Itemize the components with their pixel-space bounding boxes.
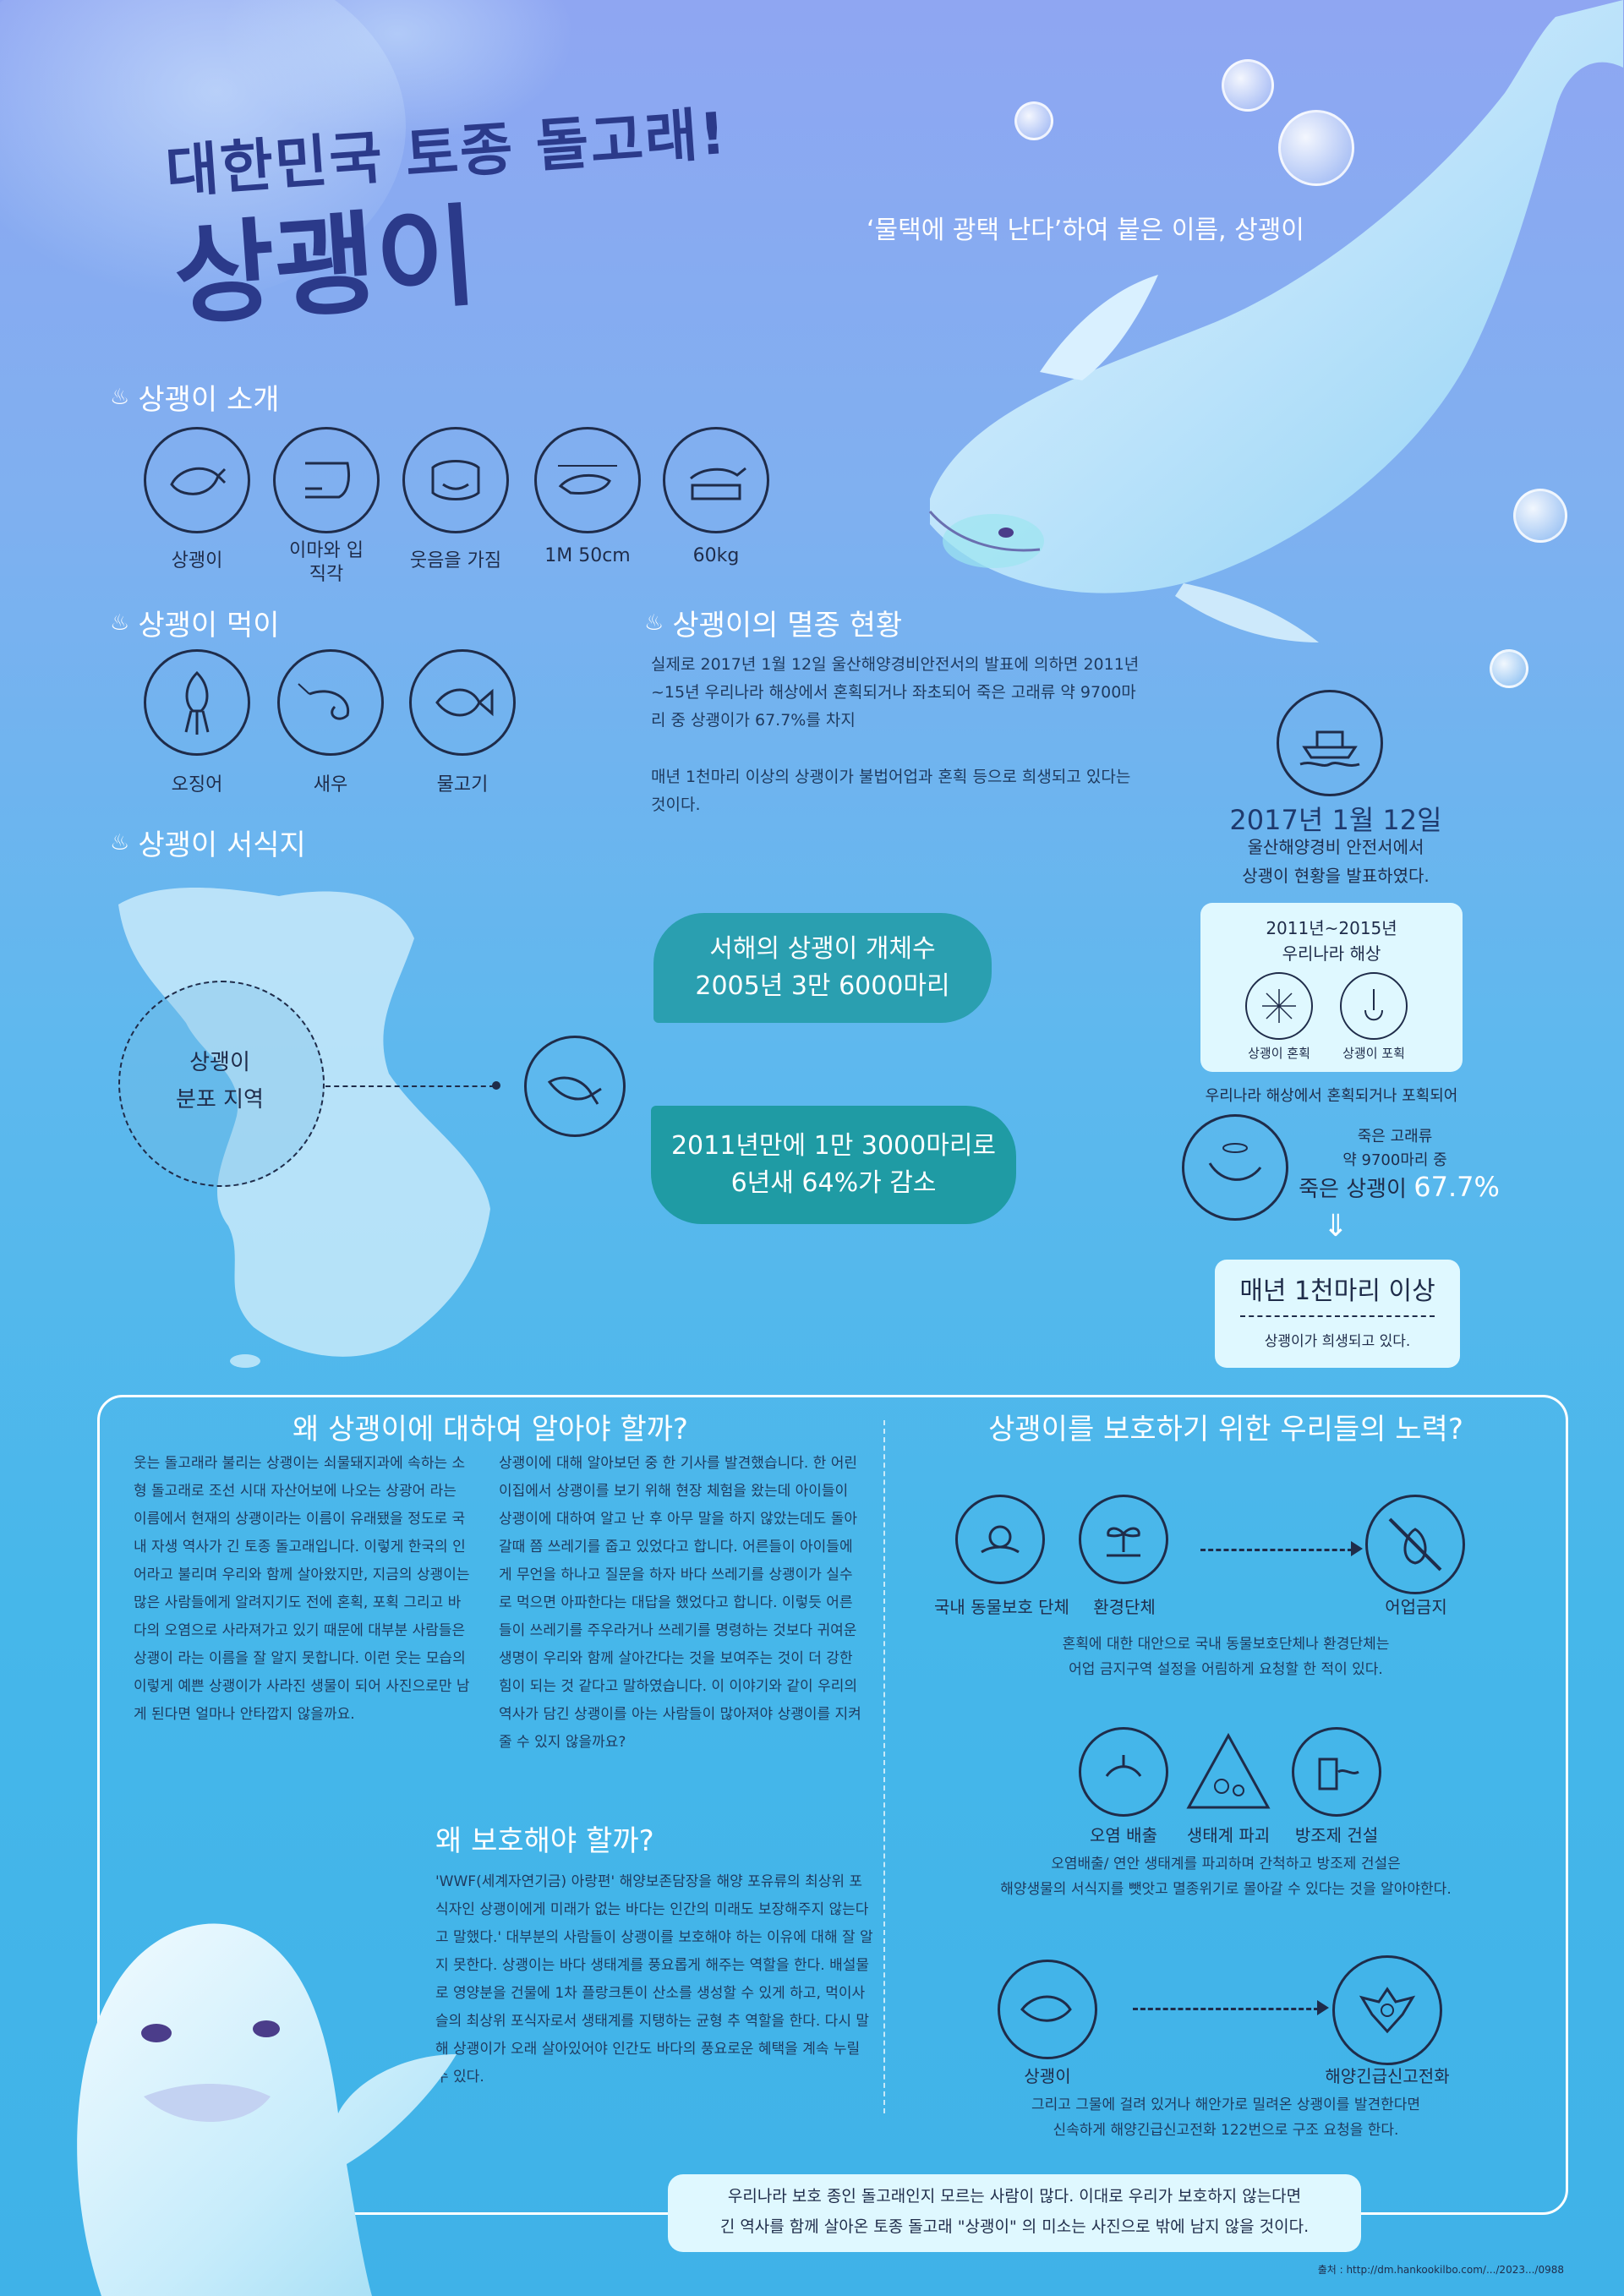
down-arrow-icon: ⇓ [1322, 1209, 1349, 1244]
intro-heading: ♨ 상괭이 소개 [110, 383, 280, 417]
capture-label: 상괭이 포획 [1342, 1046, 1405, 1061]
bubble-decoration [1490, 649, 1528, 688]
no-fishing-icon [1365, 1495, 1465, 1594]
population-2005-bubble: 서해의 상괭이 개체수 2005년 3만 6000마리 [653, 913, 992, 1023]
shell-icon: ♨ [110, 384, 130, 410]
annual-subtitle: 상괭이가 희생되고 있다. [1264, 1333, 1411, 1350]
forehead-icon [273, 427, 380, 533]
porpoise-icon [524, 1036, 626, 1137]
smile-icon [402, 427, 509, 533]
bubble-decoration [1278, 110, 1354, 186]
scale-icon [663, 427, 769, 533]
why-column-2: 상괭이에 대해 알아보던 중 한 기사를 발견했습니다. 한 어린이집에서 상괭… [499, 1455, 861, 1751]
status-paragraph: 실제로 2017년 1월 12일 울산해양경비안전서의 발표에 의하면 2011… [651, 655, 1140, 730]
effort-text-2: 오염배출/ 연안 생태계를 파괴하며 간척하고 방조제 건설은 해양생물의 서식… [1000, 1856, 1452, 1898]
animal-protection-icon [955, 1495, 1045, 1584]
page-title: 상괭이 [169, 191, 482, 342]
capture-icon [1340, 972, 1408, 1040]
porpoise-label: 상괭이 [1024, 2066, 1071, 2086]
ship-icon [1277, 690, 1383, 796]
why-column-1: 웃는 돌고래라 불리는 상괭이는 쇠물돼지과에 속하는 소형 돌고래로 조선 시… [134, 1455, 470, 1723]
ecosystem-icon [1184, 1727, 1273, 1817]
bycatch-note: 우리나라 해상에서 혼획되거나 포획되어 [1205, 1087, 1458, 1105]
shell-icon: ♨ [110, 610, 130, 636]
fish-icon [409, 649, 516, 756]
arrow-head-icon [1317, 2000, 1329, 2015]
pointer-dot [492, 1081, 500, 1090]
footer-message: 우리나라 보호 종인 돌고래인지 모르는 사람이 많다. 이대로 우리가 보호하… [719, 2187, 1310, 2236]
status-heading: ♨ 상괭이의 멸종 현황 [644, 609, 903, 642]
dead-porpoise-label: 죽은 상괭이 67.7% [1299, 1171, 1500, 1203]
period-title: 2011년~2015년 우리나라 해상 [1266, 918, 1397, 964]
intro-label: 상괭이 [171, 550, 223, 571]
coast-guard-label: 해양긴급신고전화 [1325, 2066, 1450, 2086]
coast-guard-icon [1332, 1955, 1442, 2065]
bycatch-icon [1245, 972, 1313, 1040]
why-heading: 왜 상괭이에 대하여 알아야 할까? [293, 1413, 688, 1446]
squid-icon [144, 649, 250, 756]
shell-icon: ♨ [110, 829, 130, 856]
dashed-arrow [1200, 1549, 1353, 1551]
seawall-label: 방조제 건설 [1294, 1825, 1379, 1845]
arrow-head-icon [1351, 1541, 1363, 1556]
ecosystem-label: 생태계 파괴 [1186, 1825, 1271, 1845]
shell-icon: ♨ [644, 610, 664, 636]
habitat-heading: ♨ 상괭이 서식지 [110, 828, 306, 862]
pointer-line [325, 1085, 495, 1087]
intro-label: 이마와 입 직각 [289, 540, 364, 585]
environment-label: 환경단체 [1093, 1597, 1156, 1617]
environment-icon [1079, 1495, 1168, 1584]
intro-label: 1M 50cm [544, 545, 631, 566]
shrimp-icon [277, 649, 384, 756]
annual-title: 매년 1천마리 이상 [1239, 1276, 1435, 1306]
frame-divider [883, 1420, 885, 2113]
intro-label: 웃음을 가짐 [409, 550, 502, 571]
pollution-label: 오염 배출 [1090, 1825, 1157, 1845]
effort-text-3: 그리고 그물에 걸려 있거나 해안가로 밀려온 상괭이를 발견한다면 신속하게 … [1031, 2096, 1421, 2139]
dead-porpoise-icon [1182, 1114, 1288, 1221]
food-heading: ♨ 상괭이 먹이 [110, 609, 280, 642]
dead-count-label: 약 9700마리 중 [1342, 1151, 1447, 1169]
status-paragraph: 매년 1천마리 이상의 상괭이가 불법어업과 혼획 등으로 희생되고 있다는 것… [651, 768, 1131, 814]
porpoise-illustration [77, 1923, 457, 2296]
intro-label: 60kg [692, 545, 740, 566]
dead-whales-label: 죽은 고래류 [1357, 1128, 1433, 1145]
porpoise-icon [144, 427, 250, 533]
effort-heading: 상괭이를 보호하기 위한 우리들의 노력? [988, 1413, 1463, 1446]
annual-divider [1240, 1315, 1435, 1317]
dashed-arrow [1133, 2008, 1319, 2010]
bubble-decoration [1513, 489, 1567, 543]
seawall-icon [1292, 1727, 1381, 1817]
food-label: 새우 [313, 774, 348, 795]
announcement-subtext: 울산해양경비 안전서에서 상괭이 현황을 발표하였다. [1242, 837, 1430, 886]
bubble-decoration [1014, 101, 1053, 140]
population-2011-bubble: 2011년만에 1만 3000마리로 6년새 64%가 감소 [651, 1106, 1016, 1224]
pollution-icon [1079, 1727, 1168, 1817]
bubble-decoration [1222, 59, 1274, 112]
source-label: 출처 : http://dm.hankookilbo.com/.../2023.… [1317, 2264, 1564, 2276]
porpoise-icon [998, 1960, 1097, 2059]
no-fishing-label: 어업금지 [1385, 1597, 1447, 1617]
animal-protection-label: 국내 동물보호 단체 [934, 1597, 1069, 1617]
distribution-area-label: 상괭이 분포 지역 [176, 1050, 264, 1112]
food-label: 오징어 [171, 774, 223, 795]
length-icon [534, 427, 641, 533]
effort-text-1: 혼획에 대한 대안으로 국내 동물보호단체나 환경단체는 어업 금지구역 설정을… [1062, 1636, 1390, 1678]
bycatch-label: 상괭이 혼획 [1248, 1046, 1310, 1061]
food-label: 물고기 [436, 774, 489, 795]
